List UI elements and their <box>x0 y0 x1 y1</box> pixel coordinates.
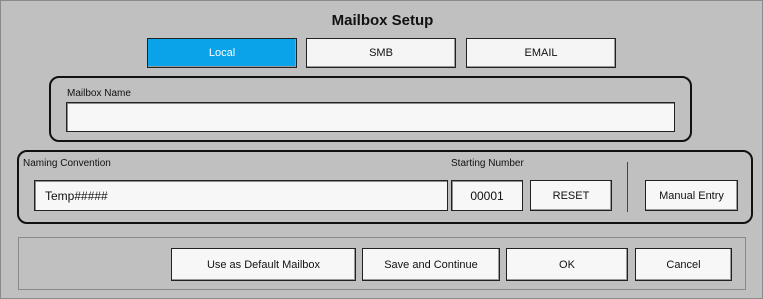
naming-convention-input[interactable]: Temp##### <box>34 180 448 211</box>
tab-local[interactable]: Local <box>147 38 297 68</box>
naming-convention-group: Naming Convention Temp##### Starting Num… <box>17 150 753 224</box>
save-and-continue-button[interactable]: Save and Continue <box>362 248 500 281</box>
action-panel: Use as Default Mailbox Save and Continue… <box>18 237 746 290</box>
mailbox-name-input[interactable] <box>66 102 675 132</box>
mailbox-setup-window: Mailbox Setup Local SMB EMAIL Mailbox Na… <box>0 0 763 299</box>
window-title: Mailbox Setup <box>331 12 434 29</box>
starting-number-input[interactable]: 00001 <box>451 180 523 211</box>
manual-entry-button[interactable]: Manual Entry <box>645 180 738 211</box>
tab-email[interactable]: EMAIL <box>466 38 616 68</box>
reset-button[interactable]: RESET <box>530 180 612 211</box>
naming-convention-label: Naming Convention <box>23 158 111 169</box>
tab-smb[interactable]: SMB <box>306 38 456 68</box>
mailbox-name-label: Mailbox Name <box>67 88 131 99</box>
divider <box>627 162 628 212</box>
mailbox-name-group: Mailbox Name <box>49 76 692 142</box>
cancel-button[interactable]: Cancel <box>635 248 732 281</box>
ok-button[interactable]: OK <box>506 248 628 281</box>
use-as-default-button[interactable]: Use as Default Mailbox <box>171 248 356 281</box>
starting-number-label: Starting Number <box>451 158 524 169</box>
